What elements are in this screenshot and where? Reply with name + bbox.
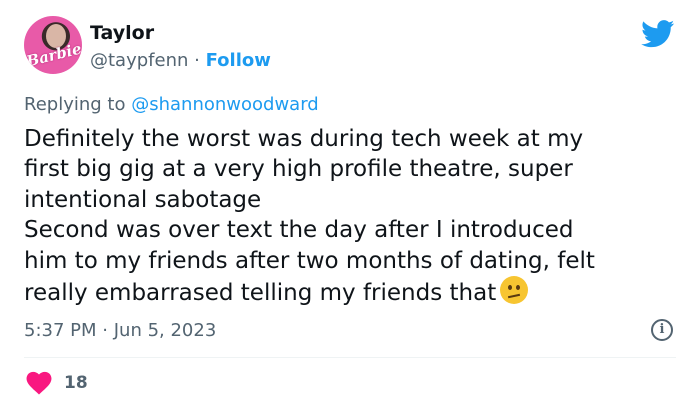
tweet-text: Definitely the worst was during tech wee…: [24, 124, 684, 308]
reply-context: Replying to @shannonwoodward: [24, 94, 319, 115]
twitter-bird-icon[interactable]: [641, 20, 675, 48]
reply-mention-link[interactable]: @shannonwoodward: [131, 94, 319, 115]
tweet-line: intentional sabotage: [24, 186, 262, 213]
confused-face-icon: [500, 276, 529, 305]
author-handle[interactable]: @taypfenn: [90, 50, 188, 71]
like-count: 18: [64, 373, 88, 393]
tweet-line: Second was over text the day after I int…: [24, 217, 574, 244]
follow-button[interactable]: Follow: [206, 50, 271, 71]
heart-icon: [26, 371, 52, 395]
timestamp-separator: ·: [102, 320, 108, 341]
tweet-line: first big gig at a very high profile the…: [24, 156, 573, 183]
info-icon[interactable]: i: [651, 319, 673, 341]
handle-separator: ·: [194, 50, 200, 71]
tweet-line: Definitely the worst was during tech wee…: [24, 126, 584, 152]
tweet-line-text: really embarrased telling my friends tha…: [24, 280, 497, 307]
tweet-date: Jun 5, 2023: [113, 320, 217, 341]
divider: [24, 357, 676, 358]
tweet-time: 5:37 PM: [24, 320, 97, 341]
handle-row: @taypfenn · Follow: [90, 50, 271, 71]
author-name[interactable]: Taylor: [90, 22, 154, 44]
reply-prefix: Replying to: [24, 94, 126, 115]
like-button[interactable]: 18: [26, 371, 88, 395]
avatar[interactable]: Barbie: [24, 16, 82, 74]
tweet-line-last: really embarrased telling my friends tha…: [24, 276, 684, 308]
tweet-line: him to my friends after two months of da…: [24, 247, 595, 274]
tweet-timestamp[interactable]: 5:37 PM · Jun 5, 2023: [24, 320, 216, 341]
